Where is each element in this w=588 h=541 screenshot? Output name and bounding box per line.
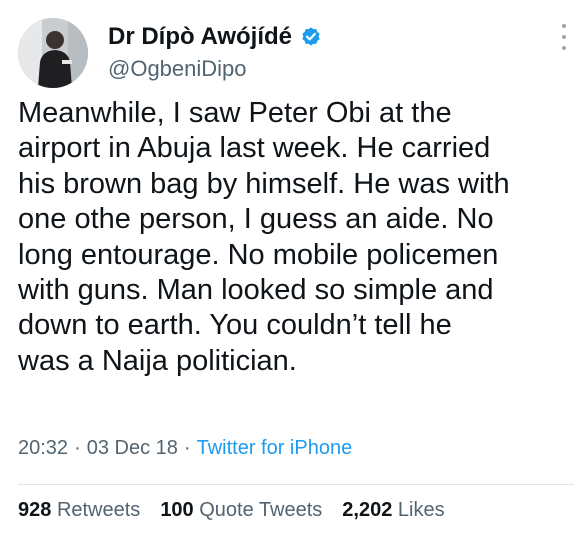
tweet-time[interactable]: 20:32: [18, 437, 68, 460]
author-display-name[interactable]: Dr Dípò Awójídé: [108, 23, 292, 51]
quote-tweets-stat[interactable]: 100 Quote Tweets: [160, 499, 322, 522]
tweet-text-line: long entourage. No mobile policemen: [18, 238, 499, 271]
retweets-stat[interactable]: 928 Retweets: [18, 499, 140, 522]
author-name-row: Dr Dípò Awójídé: [108, 20, 322, 54]
meta-separator: ·: [183, 437, 191, 459]
quote-tweets-label: Quote Tweets: [199, 499, 323, 521]
tweet-text-line: one othe person, I guess an aide. No: [18, 203, 494, 236]
likes-count: 2,202: [342, 499, 393, 521]
tweet-text-line: was a Naija politician.: [18, 344, 297, 377]
engagement-stats: 928 Retweets 100 Quote Tweets 2,202 Like…: [18, 499, 445, 522]
retweets-count: 928: [18, 499, 52, 521]
tweet-text-line: airport in Abuja last week. He carried: [18, 132, 491, 165]
likes-label: Likes: [397, 499, 445, 521]
verified-badge-icon: [300, 26, 322, 48]
tweet-date[interactable]: 03 Dec 18: [87, 437, 178, 460]
tweet-text-line: his brown bag by himself. He was with: [18, 167, 510, 200]
tweet-metadata: 20:32 · 03 Dec 18 · Twitter for iPhone: [18, 437, 352, 460]
likes-stat[interactable]: 2,202 Likes: [342, 499, 444, 522]
more-options-icon[interactable]: [556, 24, 572, 50]
tweet-text-line: Meanwhile, I saw Peter Obi at the: [18, 97, 452, 129]
tweet-text-line: down to earth. You couldn’t tell he: [18, 309, 452, 342]
quote-tweets-count: 100: [160, 499, 194, 521]
author-handle[interactable]: @OgbeniDipo: [108, 56, 247, 82]
divider: [18, 484, 574, 485]
avatar[interactable]: [18, 18, 88, 88]
meta-separator: ·: [74, 437, 81, 459]
tweet-text: Meanwhile, I saw Peter Obi at the airpor…: [18, 96, 574, 379]
retweets-label: Retweets: [56, 499, 141, 521]
tweet-source-link[interactable]: Twitter for iPhone: [197, 437, 353, 460]
tweet-text-line: with guns. Man looked so simple and: [18, 274, 494, 307]
tweet-card: Dr Dípò Awójídé @OgbeniDipo Meanwhile, I…: [0, 0, 588, 541]
